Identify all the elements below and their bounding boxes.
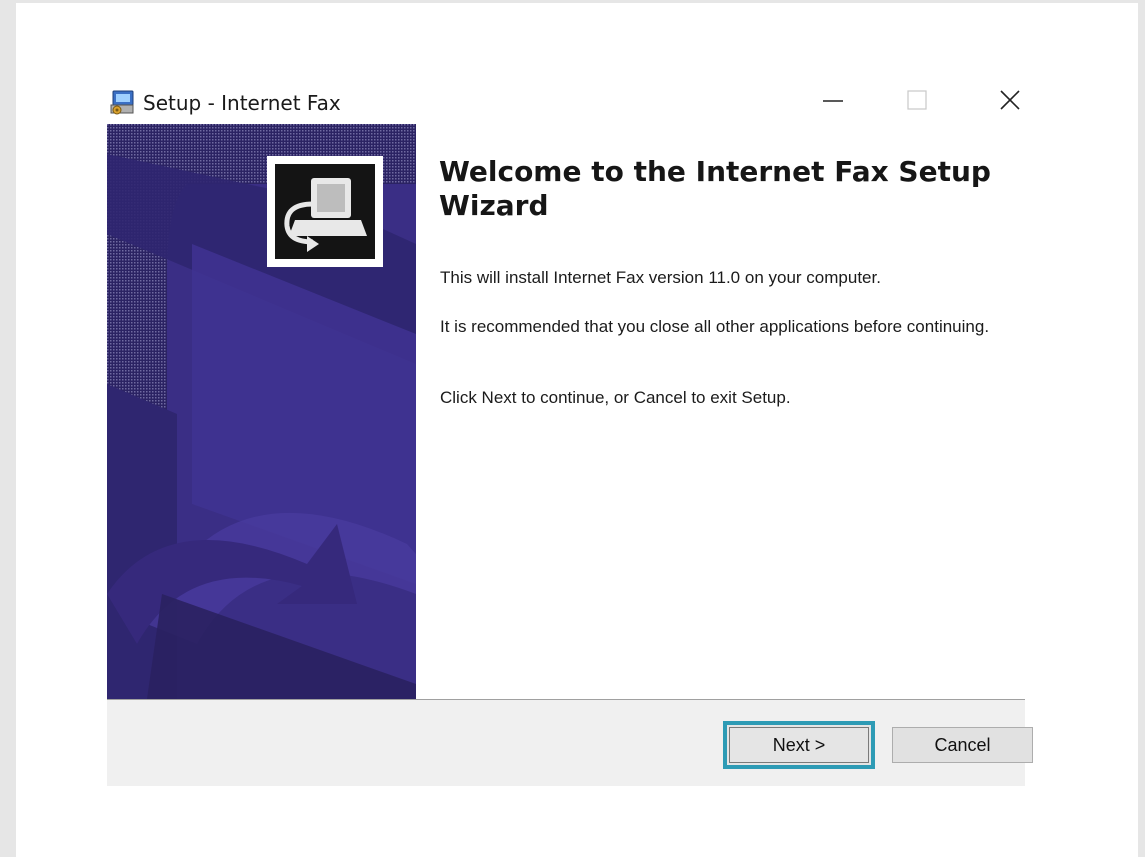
minimize-button[interactable]: [810, 84, 856, 120]
page-title: Welcome to the Internet Fax Setup Wizard: [439, 155, 991, 222]
recommendation-text: It is recommended that you close all oth…: [440, 317, 990, 336]
window-title: Setup - Internet Fax: [143, 91, 341, 115]
close-icon: [999, 89, 1021, 116]
install-info-text: This will install Internet Fax version 1…: [440, 268, 881, 287]
close-button[interactable]: [987, 84, 1033, 120]
maximize-button: [894, 84, 940, 120]
fax-machine-icon: [275, 164, 375, 259]
minimize-icon: [822, 89, 844, 116]
title-bar: Setup - Internet Fax: [107, 80, 1025, 124]
next-button[interactable]: Next >: [723, 721, 875, 769]
next-button-label: Next >: [729, 727, 869, 763]
maximize-icon: [906, 89, 928, 116]
cancel-button[interactable]: Cancel: [892, 727, 1033, 763]
instruction-text: Click Next to continue, or Cancel to exi…: [440, 388, 791, 407]
wizard-sidebar-image: [107, 124, 416, 699]
setup-installer-icon: [109, 89, 137, 117]
wizard-footer: Next > Cancel: [107, 699, 1033, 786]
welcome-content: Welcome to the Internet Fax Setup Wizard…: [416, 124, 1025, 699]
setup-wizard-window: Setup - Internet Fax Welcome to the Inte…: [107, 80, 1033, 786]
